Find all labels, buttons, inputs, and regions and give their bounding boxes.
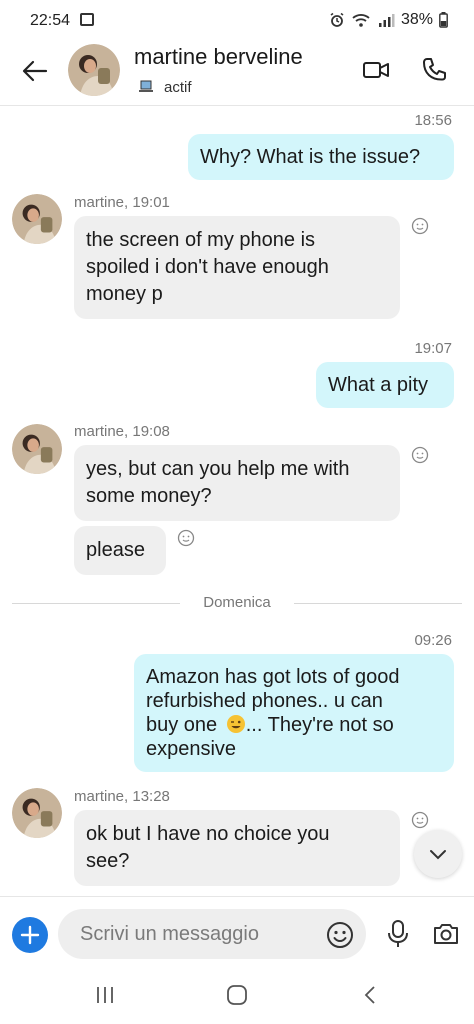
outgoing-message[interactable]: Amazon has got lots of good refurbished … xyxy=(134,654,454,772)
winking-emoji-icon xyxy=(226,715,245,733)
chevron-down-icon xyxy=(430,850,446,860)
incoming-message[interactable]: yes, but can you help me with some money… xyxy=(74,445,400,521)
message-time: 19:07 xyxy=(414,340,452,357)
status-time: 22:54 xyxy=(30,12,71,29)
home-icon[interactable] xyxy=(226,984,248,1006)
outgoing-message[interactable]: Why? What is the issue? xyxy=(188,134,454,180)
video-call-icon[interactable] xyxy=(362,58,390,82)
add-reaction-icon[interactable] xyxy=(411,811,429,829)
battery-icon xyxy=(439,12,448,28)
sender-label: martine, 19:01 xyxy=(74,194,170,211)
add-attachment-button[interactable] xyxy=(12,917,48,953)
message-line: refurbished phones.. u can xyxy=(146,690,383,712)
status-bar: 22:54 38% xyxy=(0,0,474,40)
message-composer xyxy=(0,896,474,968)
message-line: yes, but can you help me with xyxy=(86,458,350,480)
incoming-message[interactable]: the screen of my phone is spoiled i don'… xyxy=(74,216,400,319)
chat-header: martine berveline actif xyxy=(0,40,474,106)
message-time: 18:56 xyxy=(414,112,452,129)
battery-percent: 38% xyxy=(400,11,433,28)
system-navigation-bar xyxy=(0,968,474,1024)
status-indicators: 38% xyxy=(329,11,448,29)
incoming-message[interactable]: please xyxy=(74,526,166,575)
contact-status: actif xyxy=(164,79,192,96)
signal-icon xyxy=(378,14,395,27)
add-reaction-icon[interactable] xyxy=(411,446,429,464)
message-line: money p xyxy=(86,283,163,305)
gallery-notification-icon xyxy=(80,13,94,26)
sender-avatar[interactable] xyxy=(12,424,62,474)
back-arrow-icon[interactable] xyxy=(20,56,50,86)
laptop-icon xyxy=(139,80,153,92)
recent-apps-icon[interactable] xyxy=(94,984,116,1006)
message-line: ok but I have no choice you xyxy=(86,823,330,845)
message-fragment: buy one xyxy=(146,714,218,736)
sender-avatar[interactable] xyxy=(12,788,62,838)
sender-label: martine, 19:08 xyxy=(74,423,170,440)
message-fragment: ... They're not so xyxy=(245,714,394,736)
message-line: see? xyxy=(86,850,130,872)
sender-label: martine, 13:28 xyxy=(74,788,170,805)
message-line: the screen of my phone is xyxy=(86,229,316,251)
contact-name[interactable]: martine berveline xyxy=(134,44,303,70)
plus-icon xyxy=(20,925,40,945)
message-text: What a pity xyxy=(328,374,429,396)
alarm-icon xyxy=(330,12,344,27)
message-line: Amazon has got lots of good xyxy=(146,666,400,688)
add-reaction-icon[interactable] xyxy=(411,217,429,235)
message-line: spoiled i don't have enough xyxy=(86,256,329,278)
sender-avatar[interactable] xyxy=(12,194,62,244)
phone-call-icon[interactable] xyxy=(420,56,448,84)
system-back-icon[interactable] xyxy=(362,984,378,1006)
message-text: please xyxy=(86,539,145,561)
camera-icon[interactable] xyxy=(432,921,460,947)
scroll-to-bottom-button[interactable] xyxy=(414,830,462,878)
contact-avatar[interactable] xyxy=(68,44,120,96)
message-line: expensive xyxy=(146,738,237,760)
message-line: some money? xyxy=(86,485,212,507)
message-list[interactable]: 18:56 Why? What is the issue? martine, 1… xyxy=(0,106,474,896)
incoming-message[interactable]: ok but I have no choice you see? xyxy=(74,810,400,886)
divider-line xyxy=(294,603,462,604)
wifi-icon xyxy=(352,14,370,27)
message-line: buy one ... They're not so xyxy=(146,713,442,737)
message-time: 09:26 xyxy=(414,632,452,649)
emoji-icon[interactable] xyxy=(326,921,354,949)
microphone-icon[interactable] xyxy=(386,919,410,949)
message-input[interactable] xyxy=(58,909,366,959)
message-text: Why? What is the issue? xyxy=(200,146,421,168)
outgoing-message[interactable]: What a pity xyxy=(316,362,454,408)
add-reaction-icon[interactable] xyxy=(177,529,195,547)
